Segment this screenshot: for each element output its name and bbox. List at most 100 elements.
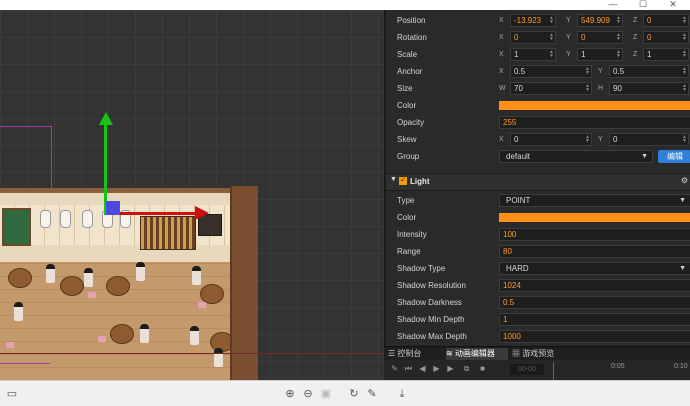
skew-y-input[interactable]: 0 ▲ ▼ bbox=[609, 133, 689, 146]
axis-label: Y bbox=[566, 34, 571, 41]
axis-label: X bbox=[499, 51, 504, 58]
scene-view[interactable] bbox=[0, 10, 384, 380]
title-bar: — ☐ ✕ bbox=[0, 0, 690, 10]
stepper-icon[interactable]: ▲ ▼ bbox=[682, 84, 687, 93]
edit-icon[interactable]: ✎ bbox=[390, 364, 399, 373]
property-label: Group bbox=[397, 152, 420, 161]
property-shadow-type: Shadow Type HARD ▼ bbox=[386, 261, 690, 278]
property-group: Group default ▼ 编辑 bbox=[386, 149, 690, 166]
position-x-input[interactable]: -13.923 ▲ ▼ bbox=[510, 14, 556, 27]
gizmo-x-arrow-icon[interactable] bbox=[195, 206, 209, 220]
design-resolution-line bbox=[0, 353, 384, 354]
gizmo-x-axis[interactable] bbox=[116, 212, 196, 215]
table-sprite bbox=[106, 276, 130, 296]
zoom-out-icon[interactable]: ⊖ bbox=[302, 388, 314, 400]
shadow-type-select[interactable]: HARD ▼ bbox=[499, 262, 690, 275]
stepper-icon[interactable]: ▲ ▼ bbox=[682, 135, 687, 144]
chalkboard-sprite bbox=[2, 208, 31, 246]
time-display: 00-00 bbox=[510, 364, 544, 375]
stepper-icon[interactable]: ▲ ▼ bbox=[549, 33, 554, 42]
fit-screen-icon[interactable]: ▣ bbox=[320, 388, 332, 400]
tab-game-preview[interactable]: ▦ 游戏预览 bbox=[512, 348, 572, 360]
first-frame-icon[interactable]: ⏮ bbox=[404, 364, 413, 373]
group-select[interactable]: default ▼ bbox=[499, 150, 653, 163]
shadow-max-depth-input[interactable]: 1000 bbox=[499, 330, 690, 343]
stepper-icon[interactable]: ▲ ▼ bbox=[616, 33, 621, 42]
rotate-icon[interactable]: ↻ bbox=[348, 388, 360, 400]
gizmo-center-handle[interactable] bbox=[106, 201, 120, 215]
maximize-icon[interactable]: ☐ bbox=[628, 0, 658, 10]
rotation-x-input[interactable]: 0 ▲ ▼ bbox=[510, 31, 556, 44]
stepper-icon[interactable]: ▲ ▼ bbox=[585, 135, 590, 144]
scale-x-input[interactable]: 1 ▲ ▼ bbox=[510, 48, 556, 61]
color-swatch[interactable] bbox=[499, 101, 690, 110]
axis-label: X bbox=[499, 136, 504, 143]
anchor-x-input[interactable]: 0.5 ▲ ▼ bbox=[510, 65, 592, 78]
prev-frame-icon[interactable]: ◀ bbox=[418, 364, 427, 373]
collapse-triangle-icon[interactable]: ▼ bbox=[390, 176, 397, 183]
stepper-icon[interactable]: ▲ ▼ bbox=[616, 50, 621, 59]
edit-icon[interactable]: ✎ bbox=[366, 388, 378, 400]
stepper-icon[interactable]: ▲ ▼ bbox=[585, 67, 590, 76]
light-color-swatch[interactable] bbox=[499, 213, 690, 222]
axis-label: H bbox=[598, 85, 604, 92]
edit-group-button[interactable]: 编辑 bbox=[658, 150, 690, 163]
play-icon[interactable]: ▶ bbox=[432, 364, 441, 373]
npc-sprite bbox=[214, 348, 223, 367]
next-frame-icon[interactable]: ▶ bbox=[446, 364, 455, 373]
shadow-resolution-input[interactable]: 1024 bbox=[499, 279, 690, 292]
stepper-icon[interactable]: ▲ ▼ bbox=[682, 50, 687, 59]
gizmo-y-arrow-icon[interactable] bbox=[99, 112, 113, 125]
size-width-input[interactable]: 70 ▲ ▼ bbox=[510, 82, 592, 95]
shadow-min-depth-input[interactable]: 1 bbox=[499, 313, 690, 326]
stepper-icon[interactable]: ▲ ▼ bbox=[616, 16, 621, 25]
stop-icon[interactable]: ■ bbox=[478, 364, 487, 373]
property-label: Shadow Darkness bbox=[397, 298, 462, 307]
light-component-title: Light bbox=[410, 177, 430, 186]
tab-console[interactable]: ☰ 控制台 bbox=[388, 348, 444, 360]
rotation-y-input[interactable]: 0 ▲ ▼ bbox=[577, 31, 623, 44]
tab-animation-editor[interactable]: ≋ 动画编辑器 bbox=[446, 348, 508, 360]
scale-y-input[interactable]: 1 ▲ ▼ bbox=[577, 48, 623, 61]
light-type-select[interactable]: POINT ▼ bbox=[499, 194, 690, 207]
shadow-darkness-input[interactable]: 0.5 bbox=[499, 296, 690, 309]
stepper-icon[interactable]: ▲ ▼ bbox=[549, 16, 554, 25]
bottom-toolbar: ▭ ⊕ ⊖ ▣ ↻ ✎ ⤓ bbox=[0, 380, 690, 406]
stepper-icon[interactable]: ▲ ▼ bbox=[682, 67, 687, 76]
light-component-header[interactable]: ▼ ✓ Light ⚙ bbox=[386, 173, 690, 191]
scale-z-input[interactable]: 1 ▲ ▼ bbox=[643, 48, 689, 61]
axis-label: Y bbox=[598, 136, 603, 143]
range-input[interactable]: 80 bbox=[499, 245, 690, 258]
rotation-z-input[interactable]: 0 ▲ ▼ bbox=[643, 31, 689, 44]
playhead[interactable] bbox=[553, 362, 554, 380]
opacity-input[interactable]: 255 bbox=[499, 116, 690, 129]
anchor-y-input[interactable]: 0.5 ▲ ▼ bbox=[609, 65, 689, 78]
panel-toggle-icon[interactable]: ▭ bbox=[6, 388, 18, 400]
stepper-icon[interactable]: ▲ ▼ bbox=[682, 16, 687, 25]
lantern-sprite bbox=[82, 210, 93, 228]
stool-sprite bbox=[198, 302, 206, 308]
add-event-icon[interactable]: ⧉ bbox=[462, 364, 471, 373]
minimize-icon[interactable]: — bbox=[598, 0, 628, 10]
size-height-input[interactable]: 90 ▲ ▼ bbox=[609, 82, 689, 95]
stepper-icon[interactable]: ▲ ▼ bbox=[585, 84, 590, 93]
property-light-color: Color bbox=[386, 210, 690, 227]
zoom-in-icon[interactable]: ⊕ bbox=[284, 388, 296, 400]
stepper-icon[interactable]: ▲ ▼ bbox=[549, 50, 554, 59]
intensity-input[interactable]: 100 bbox=[499, 228, 690, 241]
position-z-input[interactable]: 0 ▲ ▼ bbox=[643, 14, 689, 27]
tavern-room-sprite[interactable] bbox=[0, 186, 258, 380]
skew-x-input[interactable]: 0 ▲ ▼ bbox=[510, 133, 592, 146]
table-sprite bbox=[60, 276, 84, 296]
close-icon[interactable]: ✕ bbox=[658, 0, 688, 10]
chevron-down-icon: ▼ bbox=[679, 197, 686, 204]
property-label: Size bbox=[397, 84, 413, 93]
property-label: Shadow Resolution bbox=[397, 281, 466, 290]
property-light-type: Type POINT ▼ bbox=[386, 193, 690, 210]
download-icon[interactable]: ⤓ bbox=[396, 388, 408, 400]
animation-icon: ≋ bbox=[446, 349, 455, 358]
gear-icon[interactable]: ⚙ bbox=[681, 176, 688, 185]
position-y-input[interactable]: 549.909 ▲ ▼ bbox=[577, 14, 623, 27]
stepper-icon[interactable]: ▲ ▼ bbox=[682, 33, 687, 42]
light-enabled-checkbox[interactable]: ✓ bbox=[399, 177, 407, 185]
